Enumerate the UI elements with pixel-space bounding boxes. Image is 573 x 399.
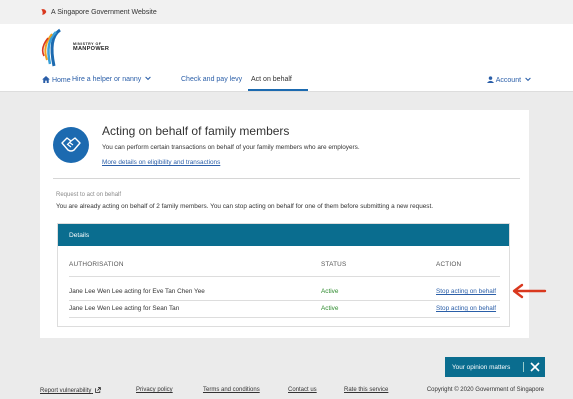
footer-link-report-vulnerability[interactable]: Report vulnerability bbox=[40, 387, 101, 394]
details-header: Details bbox=[58, 224, 509, 246]
nav-item-label: Home bbox=[51, 77, 71, 84]
authorisation-cell: Jane Lee Wen Lee acting for Eve Tan Chen… bbox=[69, 288, 205, 295]
mom-logo[interactable]: MINISTRY OF MANPOWER bbox=[40, 28, 109, 68]
footer-link-contact-us[interactable]: Contact us bbox=[288, 387, 317, 393]
request-label: Request to act on behalf bbox=[56, 192, 122, 198]
lion-head-icon bbox=[41, 9, 47, 15]
row-divider bbox=[69, 317, 500, 318]
gov-banner: A Singapore Government Website bbox=[0, 0, 573, 24]
stop-acting-link[interactable]: Stop acting on behalf bbox=[436, 305, 496, 312]
footer-link-terms[interactable]: Terms and conditions bbox=[203, 387, 260, 393]
row-divider bbox=[69, 276, 500, 277]
status-badge: Active bbox=[321, 305, 339, 312]
arrow-left-icon bbox=[512, 283, 547, 299]
act-on-behalf-card: Acting on behalf of family members You c… bbox=[40, 110, 529, 338]
status-badge: Active bbox=[321, 288, 339, 295]
nav-item-hire-helper[interactable]: Hire a helper or nanny bbox=[72, 76, 152, 83]
nav-item-label: Check and pay levy bbox=[181, 76, 243, 83]
nav-item-label: Hire a helper or nanny bbox=[72, 76, 142, 83]
site-footer: Report vulnerability Privacy policy Term… bbox=[0, 383, 573, 399]
logo-line2: MANPOWER bbox=[73, 46, 110, 53]
feedback-label: Your opinion matters bbox=[452, 363, 511, 371]
page-description: You can perform certain transactions on … bbox=[102, 144, 360, 151]
user-icon bbox=[487, 76, 495, 83]
main-nav: Home Hire a helper or nanny Check and pa… bbox=[0, 70, 573, 92]
close-icon[interactable] bbox=[529, 361, 541, 373]
request-text: You are already acting on behalf of 2 fa… bbox=[56, 203, 434, 210]
account-menu[interactable]: Account bbox=[487, 76, 531, 84]
external-link-icon bbox=[95, 387, 101, 393]
site-header: MINISTRY OF MANPOWER bbox=[0, 24, 573, 70]
handshake-icon bbox=[53, 127, 89, 163]
feedback-button[interactable]: Your opinion matters bbox=[445, 357, 545, 377]
divider bbox=[53, 178, 520, 179]
column-header-status: STATUS bbox=[321, 261, 347, 268]
eligibility-link[interactable]: More details on eligibility and transact… bbox=[102, 159, 220, 166]
nav-item-home[interactable]: Home bbox=[42, 76, 71, 84]
row-divider bbox=[69, 300, 500, 301]
chevron-down-icon bbox=[145, 76, 152, 81]
details-table: Details AUTHORISATION STATUS ACTION Jane… bbox=[57, 223, 510, 327]
column-header-authorisation: AUTHORISATION bbox=[69, 261, 124, 268]
column-header-action: ACTION bbox=[436, 261, 462, 268]
footer-link-label: Report vulnerability bbox=[40, 388, 92, 394]
account-label: Account bbox=[495, 77, 522, 84]
nav-item-check-pay-levy[interactable]: Check and pay levy bbox=[181, 76, 242, 83]
nav-item-label: Act on behalf bbox=[251, 76, 292, 83]
footer-link-privacy-policy[interactable]: Privacy policy bbox=[136, 387, 173, 393]
page-title: Acting on behalf of family members bbox=[102, 124, 290, 138]
nav-active-indicator bbox=[248, 89, 308, 91]
home-icon bbox=[42, 76, 50, 83]
authorisation-cell: Jane Lee Wen Lee acting for Sean Tan bbox=[69, 305, 180, 312]
chevron-down-icon bbox=[525, 77, 531, 82]
mom-logo-icon bbox=[41, 28, 61, 67]
nav-item-act-on-behalf[interactable]: Act on behalf bbox=[251, 76, 292, 83]
copyright-text: Copyright © 2020 Government of Singapore bbox=[426, 387, 544, 393]
gov-banner-text: A Singapore Government Website bbox=[51, 8, 157, 16]
footer-link-rate-service[interactable]: Rate this service bbox=[344, 387, 388, 393]
stop-acting-link[interactable]: Stop acting on behalf bbox=[436, 288, 496, 295]
divider bbox=[523, 362, 524, 372]
